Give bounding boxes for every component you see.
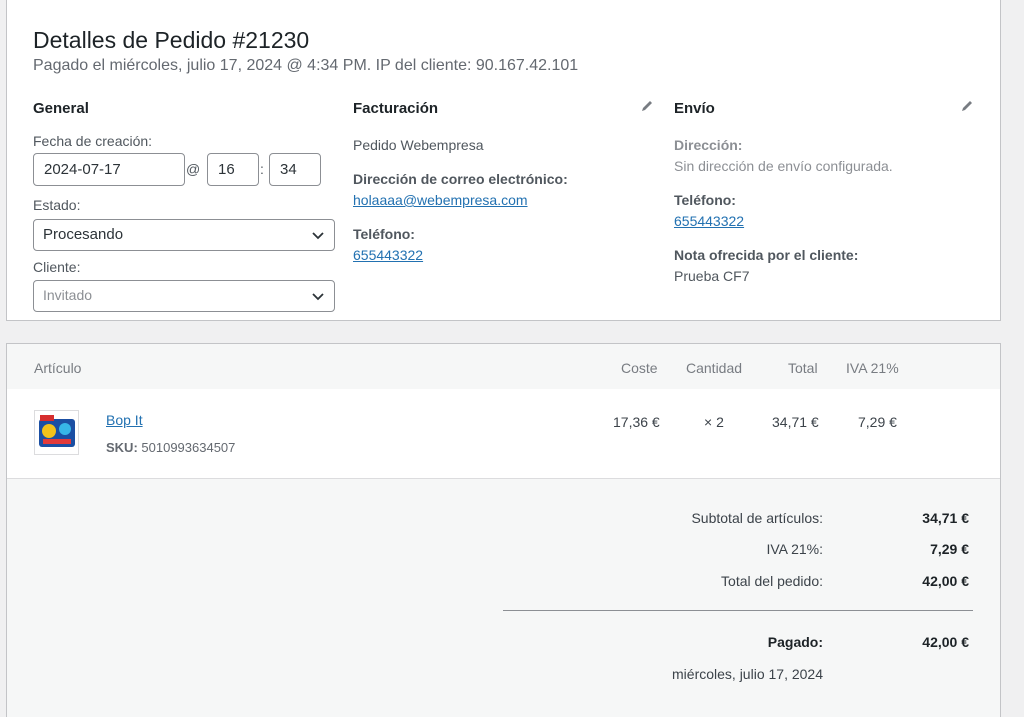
paid-label: Pagado: (767, 634, 823, 650)
billing-email-label: Dirección de correo electrónico: (353, 171, 568, 187)
tax-total-label: IVA 21%: (766, 541, 823, 557)
item-quantity: × 2 (704, 414, 724, 430)
status-label: Estado: (33, 197, 81, 213)
status-value: Procesando (43, 226, 124, 243)
order-total-value: 42,00 € (922, 573, 969, 589)
header-total: Total (788, 360, 818, 376)
client-select[interactable]: Invitado (33, 280, 335, 312)
item-total: 34,71 € (772, 414, 819, 430)
billing-phone-link[interactable]: 655443322 (353, 247, 423, 263)
billing-email-link[interactable]: holaaaa@webempresa.com (353, 192, 528, 208)
tax-total-value: 7,29 € (930, 541, 969, 557)
billing-name: Pedido Webempresa (353, 137, 484, 153)
header-article: Artículo (34, 360, 82, 376)
sku-label: SKU: (106, 440, 138, 455)
shipping-phone-label: Teléfono: (674, 192, 736, 208)
paid-value: 42,00 € (922, 634, 969, 650)
billing-heading: Facturación (353, 100, 439, 117)
order-items-panel: Artículo Coste Cantidad Total IVA 21% Bo… (6, 343, 1001, 717)
product-sku: SKU: 5010993634507 (106, 440, 235, 455)
totals-divider (503, 610, 973, 611)
subtotal-value: 34,71 € (922, 510, 969, 526)
sku-value: 5010993634507 (141, 440, 236, 455)
status-select[interactable]: Procesando (33, 219, 335, 251)
shipping-phone-link[interactable]: 655443322 (674, 213, 744, 229)
minute-input[interactable]: 34 (269, 153, 321, 186)
subtotal-label: Subtotal de artículos: (691, 510, 823, 526)
client-value: Invitado (43, 287, 93, 303)
billing-phone-label: Teléfono: (353, 226, 415, 242)
pencil-icon[interactable] (640, 99, 654, 113)
client-label: Cliente: (33, 259, 81, 275)
hour-input[interactable]: 16 (207, 153, 259, 186)
paid-date: miércoles, julio 17, 2024 (672, 666, 823, 682)
creation-date-label: Fecha de creación: (33, 133, 153, 149)
order-title: Detalles de Pedido #21230 (33, 27, 310, 53)
item-cost: 17,36 € (613, 414, 660, 430)
header-tax: IVA 21% (846, 360, 899, 376)
at-separator: @ (186, 161, 201, 177)
shipping-address-value: Sin dirección de envío configurada. (674, 158, 893, 174)
pencil-icon[interactable] (960, 99, 974, 113)
items-table-header: Artículo Coste Cantidad Total IVA 21% (7, 344, 1000, 389)
shipping-address-label: Dirección: (674, 137, 743, 153)
colon-separator: : (260, 161, 264, 177)
chevron-down-icon (312, 232, 324, 240)
product-name-link[interactable]: Bop It (106, 412, 143, 428)
chevron-down-icon (312, 293, 324, 301)
order-details-panel: Detalles de Pedido #21230 Pagado el miér… (6, 0, 1001, 321)
header-quantity: Cantidad (686, 360, 743, 376)
customer-note-label: Nota ofrecida por el cliente: (674, 247, 859, 263)
product-thumbnail[interactable] (34, 410, 79, 455)
order-subtitle: Pagado el miércoles, julio 17, 2024 @ 4:… (33, 57, 579, 74)
customer-note-value: Prueba CF7 (674, 268, 750, 284)
creation-date-input[interactable]: 2024-07-17 (33, 153, 185, 186)
order-total-label: Total del pedido: (721, 573, 823, 589)
table-row: Bop It SKU: 5010993634507 17,36 € × 2 34… (7, 389, 1000, 479)
item-tax: 7,29 € (858, 414, 897, 430)
general-heading: General (33, 100, 89, 117)
shipping-heading: Envío (674, 100, 715, 117)
product-image (35, 411, 78, 454)
header-cost: Coste (621, 360, 658, 376)
